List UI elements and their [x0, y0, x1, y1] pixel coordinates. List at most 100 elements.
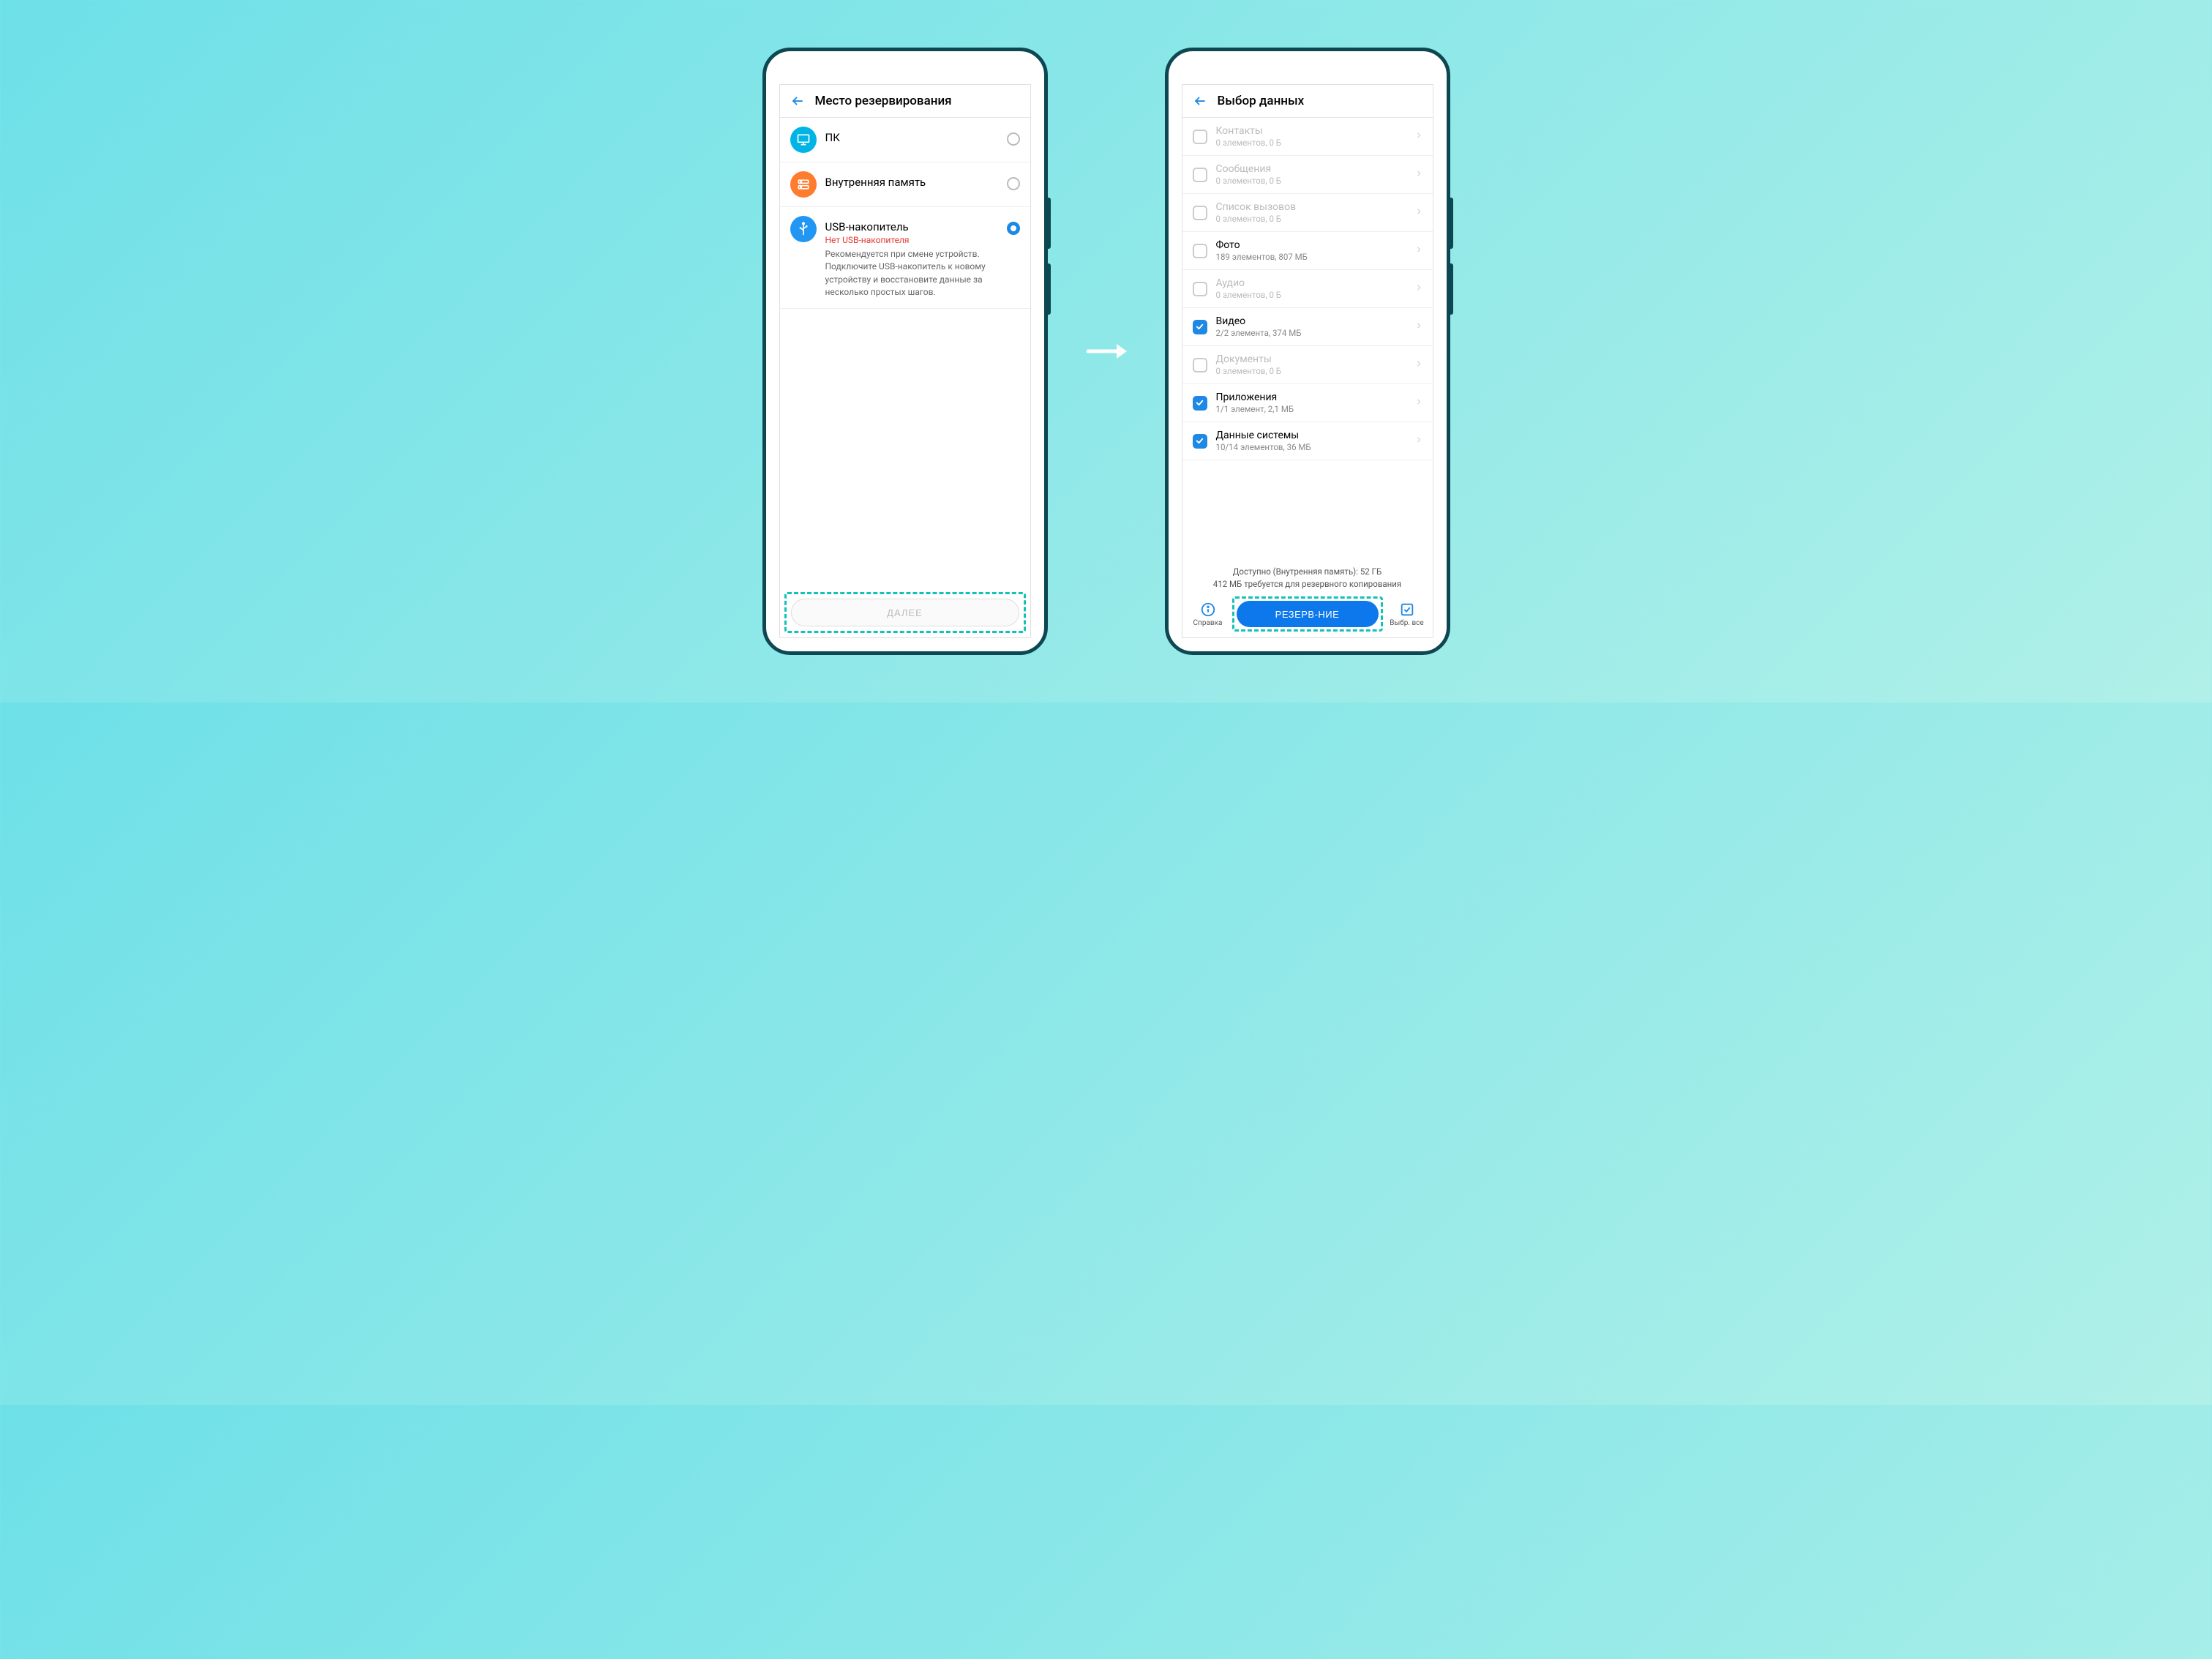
required-storage: 412 МБ требуется для резервного копирова… — [1190, 578, 1425, 591]
highlight-box: РЕЗЕРВ-НИЕ — [1232, 596, 1383, 632]
data-row: Контакты0 элементов, 0 Б — [1182, 118, 1433, 156]
location-label: USB-накопитель — [825, 220, 998, 233]
storage-icon — [790, 171, 817, 198]
data-body: Приложения1/1 элемент, 2,1 МБ — [1216, 392, 1406, 414]
checkbox[interactable] — [1193, 320, 1207, 334]
chevron-right-icon — [1415, 282, 1422, 296]
info-icon — [1200, 602, 1216, 618]
data-subtext: 1/1 элемент, 2,1 МБ — [1216, 404, 1406, 414]
data-row[interactable]: Видео2/2 элемента, 374 МБ — [1182, 308, 1433, 346]
data-subtext: 10/14 элементов, 36 МБ — [1216, 442, 1406, 452]
checkbox[interactable] — [1193, 434, 1207, 449]
check-icon — [1195, 436, 1204, 446]
phone-frame-1: Место резервирования ПК Внутренняя памят… — [762, 48, 1048, 655]
back-button[interactable] — [1193, 94, 1207, 108]
chevron-right-icon — [1415, 206, 1422, 220]
data-label: Фото — [1216, 239, 1406, 251]
bottom-action-area: ДАЛЕЕ — [780, 585, 1030, 637]
radio-usb[interactable] — [1007, 222, 1020, 235]
data-subtext: 0 элементов, 0 Б — [1216, 290, 1406, 300]
data-body: Список вызовов0 элементов, 0 Б — [1216, 201, 1406, 224]
checkbox[interactable] — [1193, 244, 1207, 258]
data-label: Документы — [1216, 353, 1406, 365]
data-body: Контакты0 элементов, 0 Б — [1216, 125, 1406, 148]
checkbox — [1193, 282, 1207, 296]
available-storage: Доступно (Внутренняя память): 52 ГБ — [1190, 566, 1425, 578]
phone-frame-2: Выбор данных Контакты0 элементов, 0 БСоо… — [1165, 48, 1450, 655]
location-usb[interactable]: USB-накопитель Нет USB-накопителя Рекоме… — [780, 207, 1030, 309]
data-row: Документы0 элементов, 0 Б — [1182, 346, 1433, 384]
back-arrow-icon — [1193, 94, 1207, 108]
screen-backup-location: Место резервирования ПК Внутренняя памят… — [779, 84, 1031, 638]
page-title: Место резервирования — [815, 94, 952, 108]
chevron-right-icon — [1415, 244, 1422, 258]
select-all-icon — [1399, 602, 1415, 618]
select-all-action[interactable]: Выбр. все — [1389, 602, 1425, 627]
data-row[interactable]: Фото189 элементов, 807 МБ — [1182, 232, 1433, 270]
appbar: Выбор данных — [1182, 85, 1433, 118]
location-list: ПК Внутренняя память USB-накопитель — [780, 118, 1030, 585]
data-label: Контакты — [1216, 125, 1406, 137]
data-row[interactable]: Приложения1/1 элемент, 2,1 МБ — [1182, 384, 1433, 422]
check-icon — [1195, 398, 1204, 408]
data-row: Список вызовов0 элементов, 0 Б — [1182, 194, 1433, 232]
location-error: Нет USB-накопителя — [825, 235, 998, 245]
page-title: Выбор данных — [1218, 94, 1305, 108]
data-row: Аудио0 элементов, 0 Б — [1182, 270, 1433, 308]
radio-pc[interactable] — [1007, 132, 1020, 146]
checkbox — [1193, 206, 1207, 220]
location-label: ПК — [825, 131, 998, 144]
data-row: Сообщения0 элементов, 0 Б — [1182, 156, 1433, 194]
highlight-box: ДАЛЕЕ — [784, 592, 1026, 633]
arrow-right-icon — [1084, 340, 1128, 362]
data-subtext: 0 элементов, 0 Б — [1216, 366, 1406, 376]
monitor-icon — [790, 127, 817, 153]
data-label: Аудио — [1216, 277, 1406, 289]
data-label: Видео — [1216, 315, 1406, 327]
next-button[interactable]: ДАЛЕЕ — [791, 599, 1019, 626]
data-label: Приложения — [1216, 392, 1406, 403]
location-label: Внутренняя память — [825, 176, 998, 189]
data-subtext: 0 элементов, 0 Б — [1216, 138, 1406, 148]
data-body: Фото189 элементов, 807 МБ — [1216, 239, 1406, 262]
chevron-right-icon — [1415, 320, 1422, 334]
location-description: Рекомендуется при смене устройств. Подкл… — [825, 248, 998, 299]
checkbox — [1193, 130, 1207, 144]
transition-arrow — [1084, 340, 1128, 362]
chevron-right-icon — [1415, 130, 1422, 143]
screen-select-data: Выбор данных Контакты0 элементов, 0 БСоо… — [1182, 84, 1433, 638]
radio-internal[interactable] — [1007, 177, 1020, 190]
data-body: Документы0 элементов, 0 Б — [1216, 353, 1406, 376]
data-body: Данные системы10/14 элементов, 36 МБ — [1216, 430, 1406, 452]
data-subtext: 0 элементов, 0 Б — [1216, 176, 1406, 186]
check-icon — [1195, 322, 1204, 332]
checkbox[interactable] — [1193, 396, 1207, 411]
chevron-right-icon — [1415, 168, 1422, 181]
chevron-right-icon — [1415, 358, 1422, 372]
data-subtext: 2/2 элемента, 374 МБ — [1216, 328, 1406, 338]
location-pc[interactable]: ПК — [780, 118, 1030, 162]
usb-icon — [790, 216, 817, 242]
location-internal[interactable]: Внутренняя память — [780, 162, 1030, 207]
back-button[interactable] — [790, 94, 805, 108]
back-arrow-icon — [791, 94, 804, 108]
storage-info: Доступно (Внутренняя память): 52 ГБ 412 … — [1182, 561, 1433, 597]
data-body: Сообщения0 элементов, 0 Б — [1216, 163, 1406, 186]
checkbox — [1193, 168, 1207, 182]
data-row[interactable]: Данные системы10/14 элементов, 36 МБ — [1182, 422, 1433, 460]
action-bar: Справка РЕЗЕРВ-НИЕ Выбр. все — [1182, 596, 1433, 637]
data-subtext: 0 элементов, 0 Б — [1216, 214, 1406, 224]
data-label: Список вызовов — [1216, 201, 1406, 213]
chevron-right-icon — [1415, 396, 1422, 410]
help-action[interactable]: Справка — [1190, 602, 1226, 627]
checkbox — [1193, 358, 1207, 372]
data-label: Сообщения — [1216, 163, 1406, 175]
data-body: Видео2/2 элемента, 374 МБ — [1216, 315, 1406, 338]
data-body: Аудио0 элементов, 0 Б — [1216, 277, 1406, 300]
select-all-label: Выбр. все — [1390, 619, 1423, 627]
data-subtext: 189 элементов, 807 МБ — [1216, 252, 1406, 262]
backup-button[interactable]: РЕЗЕРВ-НИЕ — [1237, 601, 1379, 627]
chevron-right-icon — [1415, 434, 1422, 448]
appbar: Место резервирования — [780, 85, 1030, 118]
data-items-list: Контакты0 элементов, 0 БСообщения0 элеме… — [1182, 118, 1433, 561]
